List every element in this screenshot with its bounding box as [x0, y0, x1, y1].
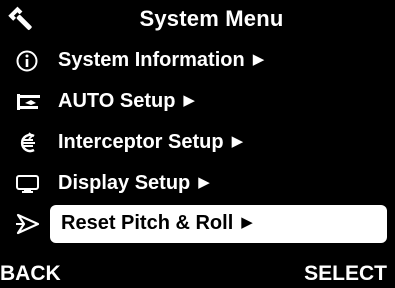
menu-item-interceptor-setup[interactable]: Interceptor Setup ▶ — [0, 124, 395, 162]
submenu-arrow-icon: ▶ — [198, 174, 210, 191]
menu-item-system-information[interactable]: System Information ▶ — [0, 42, 395, 80]
header-bar: System Menu — [0, 0, 395, 42]
menu-item-label: Interceptor Setup — [58, 131, 224, 153]
submenu-arrow-icon: ▶ — [241, 214, 253, 231]
auto-icon — [14, 88, 44, 116]
display-icon — [14, 170, 44, 198]
pitch-roll-icon — [14, 210, 44, 238]
back-button[interactable]: BACK — [0, 262, 61, 286]
submenu-arrow-icon: ▶ — [252, 51, 265, 68]
interceptor-icon — [14, 129, 44, 157]
info-icon — [14, 47, 44, 75]
softkey-bar: BACK SELECT — [0, 258, 395, 288]
page-title: System Menu — [139, 6, 284, 31]
menu-item-label: AUTO Setup — [58, 90, 176, 112]
submenu-arrow-icon: ▶ — [231, 133, 244, 150]
submenu-arrow-icon: ▶ — [183, 92, 195, 109]
menu-item-auto-setup[interactable]: AUTO Setup ▶ — [0, 83, 395, 121]
menu-item-label: System Information — [58, 49, 245, 71]
menu-item-label: Reset Pitch & Roll — [61, 212, 234, 234]
menu-item-reset-pitch-roll[interactable]: Reset Pitch & Roll ▶ — [0, 205, 395, 243]
menu-item-label: Display Setup — [58, 172, 191, 194]
select-button[interactable]: SELECT — [304, 262, 387, 286]
menu-item-display-setup[interactable]: Display Setup ▶ — [0, 165, 395, 203]
system-menu-screen: System Menu System Information ▶ AUTO Se… — [0, 0, 395, 288]
